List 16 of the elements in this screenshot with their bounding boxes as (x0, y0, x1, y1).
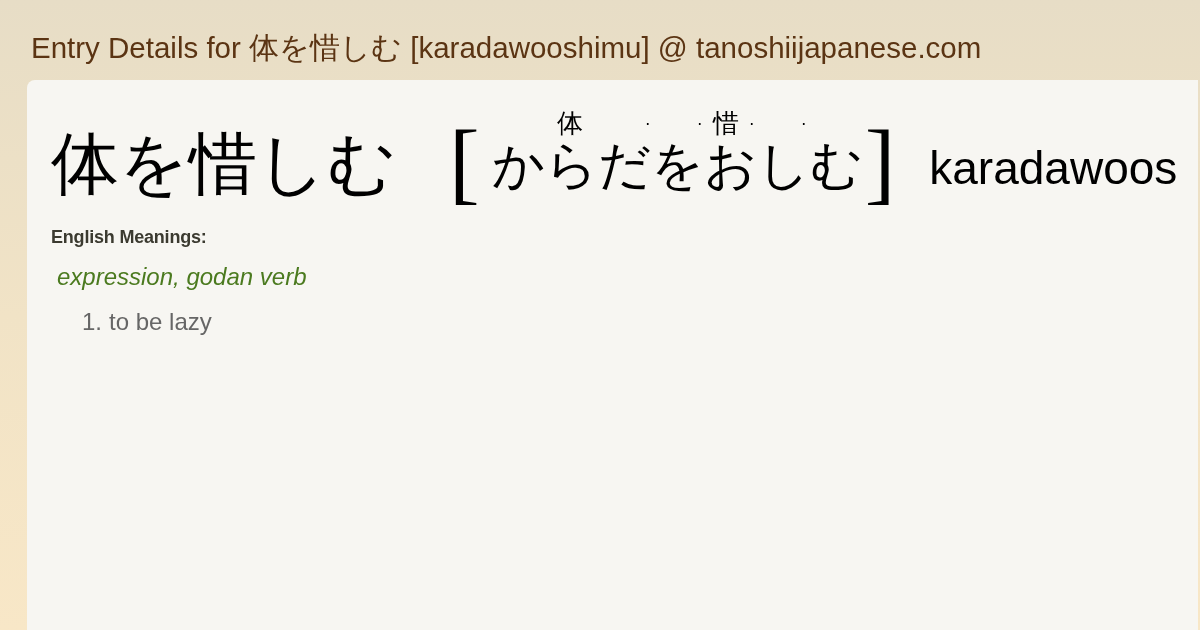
separator-dot: · (644, 112, 651, 135)
sense-number: 1. (82, 308, 102, 336)
romaji-text: karadawoos (929, 141, 1178, 196)
headword-text: 体を惜しむ (51, 125, 397, 204)
bracket-text: ] (864, 116, 896, 208)
part-of-speech-text: expression, godan verb (57, 263, 307, 291)
furigana-text: 惜 (712, 109, 739, 138)
section-heading: English Meanings: (51, 226, 207, 248)
page-title: Entry Details for 体を惜しむ [karadawooshimu] @ tanoshiijapanese.com (31, 31, 982, 65)
separator-dot: · (748, 112, 755, 135)
separator-dot: · (696, 112, 703, 135)
reading-text: からだをおしむ (491, 138, 863, 194)
furigana-text: 体 (556, 109, 583, 138)
separator-dot: · (800, 112, 807, 135)
meaning-text: to be lazy (109, 308, 212, 336)
bracket-text: [ (449, 116, 480, 208)
